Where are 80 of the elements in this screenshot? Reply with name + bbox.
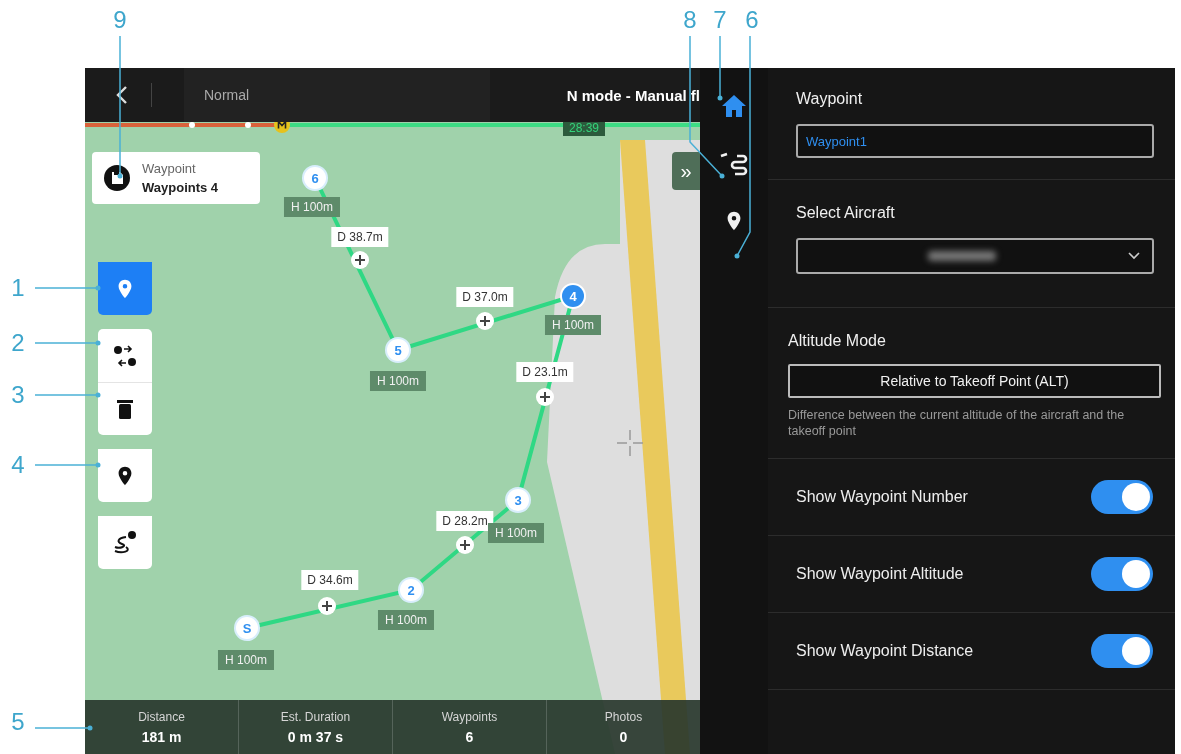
tool-button[interactable] [98, 382, 152, 435]
callout-number: 2 [11, 331, 25, 355]
expand-button[interactable]: » [672, 152, 700, 190]
callout-number: 8 [683, 8, 697, 32]
add-waypoint-icon[interactable] [318, 597, 336, 615]
add-waypoint-icon[interactable] [476, 312, 494, 330]
waypoint-marker[interactable]: 2 [400, 579, 422, 601]
status-text: N mode - Manual fl [566, 86, 700, 104]
flight-mode-label: Normal [204, 87, 250, 103]
progress-marker [189, 122, 195, 128]
field-label: Select Aircraft [796, 204, 896, 222]
route-icon [112, 529, 138, 556]
altitude-label: H 100m [218, 650, 274, 670]
tool-button[interactable] [98, 516, 152, 569]
leader-line [34, 462, 101, 468]
altitude-label: H 100m [284, 197, 340, 217]
leader-line [34, 392, 101, 398]
chevron-down-icon [1128, 252, 1140, 260]
leader-line [34, 340, 101, 346]
distance-label: D 23.1m [516, 362, 574, 382]
tool-button[interactable] [98, 449, 152, 502]
altitude-label: H 100m [370, 371, 426, 391]
stat-value: 6 [465, 728, 474, 745]
field-label: Altitude Mode [788, 332, 887, 350]
card-title: Waypoint [142, 161, 197, 176]
tool-button[interactable] [98, 329, 152, 382]
waypoint-marker[interactable]: 6 [304, 167, 326, 189]
toggle-switch[interactable] [1091, 480, 1153, 514]
hint-text: Difference between the current altitude of the aircraft and the takeoff point [788, 408, 1126, 440]
waypoint-marker[interactable]: 5 [387, 339, 409, 361]
add-waypoint-icon[interactable] [351, 251, 369, 269]
crosshair-icon [615, 428, 645, 458]
callout-number: 1 [11, 276, 25, 300]
callout-number: 4 [11, 453, 25, 477]
field-label: Waypoint [796, 90, 864, 108]
aircraft-dropdown[interactable] [796, 238, 1154, 274]
stat-value: 0 [619, 728, 628, 745]
callout-number: 3 [11, 383, 25, 407]
distance-label: D 34.6m [301, 570, 359, 590]
flight-time-badge: 28:39 [563, 122, 606, 136]
leader-line [34, 725, 93, 731]
delete-icon [116, 398, 134, 420]
stat-value: 0 m 37 s [287, 728, 344, 745]
add-waypoint-icon[interactable] [536, 388, 554, 406]
leader-line [34, 285, 101, 291]
home-icon [721, 94, 747, 118]
card-subtitle: Waypoints 4 [142, 180, 219, 195]
altitude-label: H 100m [488, 523, 544, 543]
stat-value: 181 m [141, 728, 182, 745]
swap-icon [113, 344, 137, 367]
distance-label: D 38.7m [331, 227, 389, 247]
callout-number: 9 [113, 8, 127, 32]
altitude-mode-button[interactable]: Relative to Takeoff Point (ALT) [788, 364, 1161, 398]
toggle-switch[interactable] [1091, 634, 1153, 668]
toggle-label: Show Waypoint Number [796, 488, 968, 506]
waypoint-marker[interactable]: 4 [562, 285, 584, 307]
add-waypoint-icon[interactable] [456, 536, 474, 554]
toggle-label: Show Waypoint Altitude [796, 565, 964, 583]
distance-label: D 37.0m [456, 287, 514, 307]
stat-label: Est. Duration [280, 709, 351, 724]
altitude-label: H 100m [378, 610, 434, 630]
altitude-label: H 100m [545, 315, 601, 335]
nav-button[interactable] [721, 94, 747, 118]
waypoint-marker[interactable]: S [236, 617, 258, 639]
callout-number: 6 [745, 8, 759, 32]
blurred-text [928, 251, 996, 261]
toggle-label: Show Waypoint Distance [796, 642, 974, 660]
waypoint-marker[interactable]: 3 [507, 489, 529, 511]
route-icon [719, 152, 749, 176]
waypoint-name-field[interactable]: Waypoint1 [796, 124, 1154, 158]
callout-number: 5 [11, 710, 25, 734]
save-icon[interactable] [104, 165, 130, 191]
stat-label: Photos [604, 709, 643, 724]
callout-number: 7 [713, 8, 727, 32]
toggle-switch[interactable] [1091, 557, 1153, 591]
stat-label: Waypoints [441, 709, 498, 724]
distance-label: D 28.2m [436, 511, 494, 531]
nav-button[interactable] [719, 152, 749, 176]
stat-label: Distance [138, 709, 185, 724]
progress-marker [245, 122, 251, 128]
